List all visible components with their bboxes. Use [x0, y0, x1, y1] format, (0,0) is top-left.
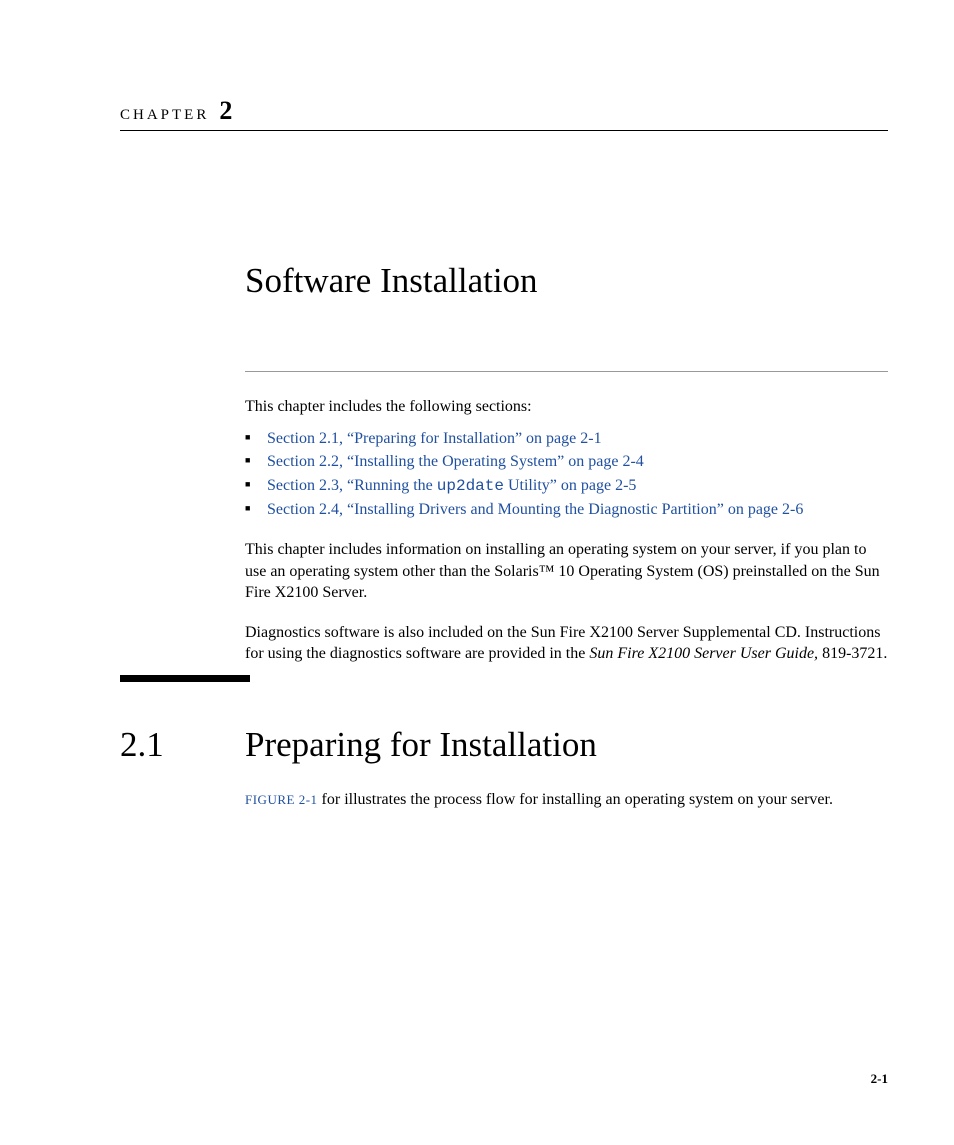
section-bar [120, 675, 250, 682]
body-paragraph: FIGURE 2-1 for illustrates the process f… [245, 789, 888, 811]
chapter-number: 2 [219, 96, 232, 125]
section-number: 2.1 [120, 725, 164, 765]
intro-lead: This chapter includes the following sect… [245, 396, 888, 418]
chapter-label: CHAPTER [120, 107, 209, 123]
toc-link[interactable]: Section 2.1, “Preparing for Installation… [267, 430, 602, 447]
mono-text: up2date [437, 477, 504, 495]
body-paragraph: This chapter includes information on ins… [245, 539, 888, 604]
section-title: Preparing for Installation [245, 725, 888, 765]
page-number: 2-1 [871, 1071, 888, 1087]
chapter-title: Software Installation [245, 261, 888, 301]
toc-link[interactable]: Section 2.2, “Installing the Operating S… [267, 453, 644, 470]
italic-title: Sun Fire X2100 Server User Guide, [589, 645, 818, 662]
chapter-rule [120, 130, 888, 131]
body-paragraph: Diagnostics software is also included on… [245, 622, 888, 665]
divider [245, 371, 888, 372]
section-header: 2.1 Preparing for Installation [120, 725, 888, 765]
list-item: Section 2.2, “Installing the Operating S… [245, 451, 888, 473]
toc-list: Section 2.1, “Preparing for Installation… [245, 428, 888, 521]
list-item: Section 2.3, “Running the up2date Utilit… [245, 475, 888, 498]
list-item: Section 2.1, “Preparing for Installation… [245, 428, 888, 450]
figure-ref-link[interactable]: FIGURE 2-1 [245, 792, 318, 807]
para-text: for illustrates the process flow for ins… [318, 791, 833, 808]
toc-link[interactable]: Section 2.3, “Running the up2date Utilit… [267, 477, 636, 494]
para-text: 819-3721. [818, 645, 887, 662]
toc-link-text: Utility” on page 2-5 [504, 477, 636, 494]
list-item: Section 2.4, “Installing Drivers and Mou… [245, 499, 888, 521]
toc-link-text: Section 2.3, “Running the [267, 477, 437, 494]
toc-link[interactable]: Section 2.4, “Installing Drivers and Mou… [267, 501, 803, 518]
chapter-header: CHAPTER 2 [120, 96, 888, 126]
